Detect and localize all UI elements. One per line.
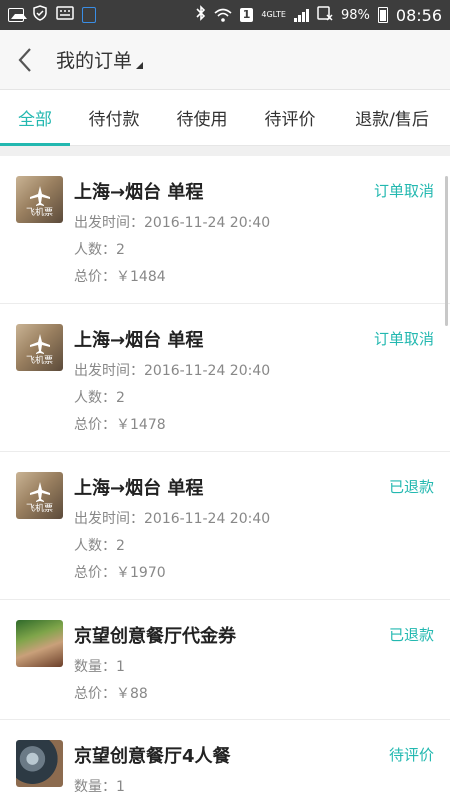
departure-time: 出发时间：2016-11-24 20:40 (74, 363, 271, 379)
passenger-count: 人数：2 (74, 538, 125, 554)
order-item[interactable]: 京望创意餐厅4人餐 待评价 数量：1 (0, 720, 450, 800)
order-tabs: 全部 待付款 待使用 待评价 退款/售后 (0, 90, 450, 146)
sim-slot-indicator: 1 (239, 8, 254, 22)
food-thumbnail (16, 620, 63, 667)
order-title: 上海→烟台 单程 (74, 182, 204, 203)
scrollbar[interactable] (445, 176, 448, 326)
order-title: 京望创意餐厅代金券 (74, 626, 236, 647)
order-item[interactable]: 京望创意餐厅代金券 已退款 数量：1 总价：￥88 (0, 600, 450, 720)
app-header: 我的订单 (0, 30, 450, 90)
passenger-count: 人数：2 (74, 390, 125, 406)
thumbnail-label: 飞机票 (25, 504, 53, 514)
total-price: 总价：￥1970 (74, 565, 166, 581)
caret-down-icon[interactable] (136, 62, 144, 69)
bluetooth-icon (196, 5, 206, 25)
signal-icon (293, 8, 309, 22)
total-price: 总价：￥88 (74, 686, 148, 702)
order-list[interactable]: 飞机票 上海→烟台 单程 订单取消 出发时间：2016-11-24 20:40 … (0, 156, 450, 800)
passenger-count: 人数：2 (74, 242, 125, 258)
departure-time: 出发时间：2016-11-24 20:40 (74, 215, 271, 231)
total-price: 总价：￥1484 (74, 269, 166, 285)
keyboard-icon (56, 6, 74, 24)
total-price: 总价：￥1478 (74, 417, 166, 433)
battery-percent: 98% (340, 7, 370, 23)
order-status: 已退款 (388, 478, 434, 496)
network-type-label: 4GLTE (261, 10, 286, 19)
airplane-icon (30, 482, 50, 502)
flight-thumbnail: 飞机票 (16, 176, 63, 223)
order-item[interactable]: 飞机票 上海→烟台 单程 订单取消 出发时间：2016-11-24 20:40 … (0, 156, 450, 304)
tab-pending-payment[interactable]: 待付款 (70, 90, 158, 146)
flight-thumbnail: 飞机票 (16, 324, 63, 371)
order-item[interactable]: 飞机票 上海→烟台 单程 已退款 出发时间：2016-11-24 20:40 人… (0, 452, 450, 600)
status-bar: 1 4GLTE 98% 08:56 (0, 0, 450, 30)
battery-icon (377, 7, 388, 23)
airplane-icon (30, 186, 50, 206)
tab-pending-review[interactable]: 待评价 (246, 90, 334, 146)
order-title: 上海→烟台 单程 (74, 330, 204, 351)
departure-time: 出发时间：2016-11-24 20:40 (74, 511, 271, 527)
order-title: 上海→烟台 单程 (74, 478, 204, 499)
quantity: 数量：1 (74, 659, 125, 675)
tab-all[interactable]: 全部 (0, 90, 70, 146)
clock: 08:56 (395, 5, 442, 25)
food-thumbnail (16, 740, 63, 787)
back-button[interactable] (0, 30, 50, 90)
order-item[interactable]: 飞机票 上海→烟台 单程 订单取消 出发时间：2016-11-24 20:40 … (0, 304, 450, 452)
order-status: 订单取消 (373, 182, 434, 200)
order-status: 待评价 (388, 746, 434, 764)
order-status: 已退款 (388, 626, 434, 644)
tab-refund-aftersale[interactable]: 退款/售后 (334, 90, 450, 146)
app-notification-icon (82, 7, 96, 23)
wifi-icon (214, 8, 232, 22)
quantity: 数量：1 (74, 779, 125, 795)
gallery-icon (8, 8, 27, 22)
order-status: 订单取消 (373, 330, 434, 348)
chevron-left-icon (18, 47, 31, 72)
status-bar-system: 1 4GLTE 98% 08:56 (196, 5, 442, 25)
thumbnail-label: 飞机票 (25, 356, 53, 366)
shield-check-icon (32, 5, 48, 25)
page-title[interactable]: 我的订单 (56, 46, 132, 73)
data-saver-icon (317, 5, 333, 25)
airplane-icon (30, 334, 50, 354)
section-divider (0, 146, 450, 156)
order-title: 京望创意餐厅4人餐 (74, 746, 231, 767)
thumbnail-label: 飞机票 (25, 208, 53, 218)
tab-pending-use[interactable]: 待使用 (158, 90, 246, 146)
flight-thumbnail: 飞机票 (16, 472, 63, 519)
status-bar-notifications (8, 5, 96, 25)
